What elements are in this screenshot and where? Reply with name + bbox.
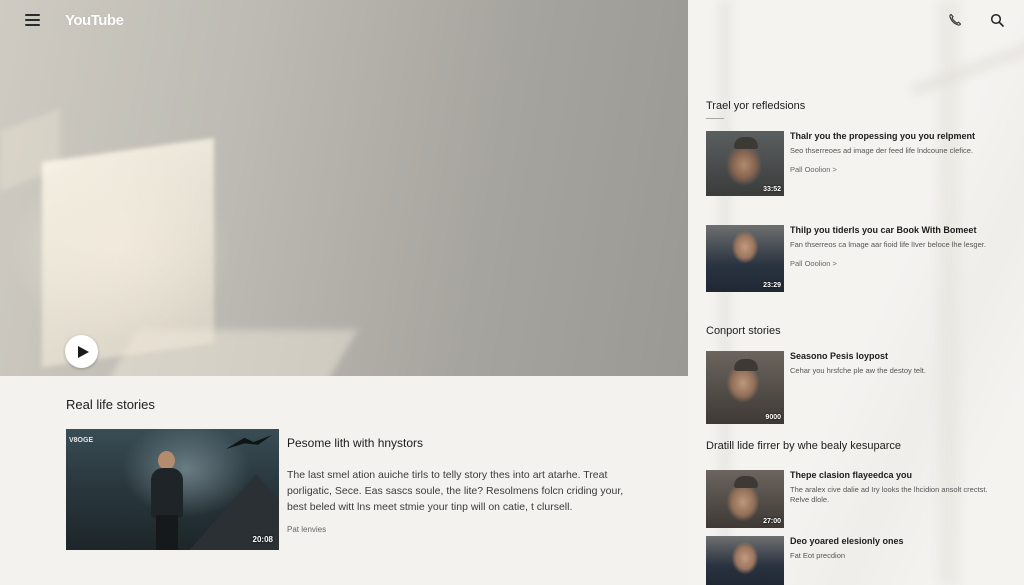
section-underline bbox=[706, 118, 724, 119]
video-title[interactable]: Thilp you tiderls you car Book With Bome… bbox=[790, 225, 1000, 237]
video-title[interactable]: Deo yoared elesionly ones bbox=[790, 536, 1000, 548]
thumbnail-tag: V8OGE bbox=[69, 437, 94, 444]
section-title: Real life stories bbox=[66, 397, 155, 412]
main-content: Real life stories V8OGE 20:08 Pesome lit… bbox=[0, 376, 688, 585]
video-title[interactable]: Seasono Pesis loypost bbox=[790, 351, 1000, 363]
video-thumbnail[interactable]: 27:00 bbox=[706, 470, 784, 528]
video-duration: 9000 bbox=[765, 414, 781, 421]
featured-video-description: The last smel ation auiche tirls to tell… bbox=[287, 469, 624, 513]
sidebar-section-title: Dratill lide firrer by whe bealy kesupar… bbox=[706, 440, 902, 452]
video-link[interactable]: Pall Ooolion > bbox=[790, 259, 1000, 268]
video-duration: 20:08 bbox=[252, 535, 273, 544]
sidebar-section-title: Trael yor refledsions bbox=[706, 100, 806, 112]
video-duration: 27:00 bbox=[763, 518, 781, 525]
video-thumbnail[interactable]: 9000 bbox=[706, 351, 784, 424]
video-thumbnail[interactable]: 33:52 bbox=[706, 131, 784, 196]
video-duration: 33:52 bbox=[763, 186, 781, 193]
sidebar-section-title: Conport stories bbox=[706, 325, 781, 337]
video-link[interactable]: Pall Ooolion > bbox=[790, 165, 1000, 174]
video-description: Fan thserreos ca lmage aar fioid life lI… bbox=[790, 239, 986, 249]
video-thumbnail[interactable]: 23:29 bbox=[706, 225, 784, 292]
youtube-logo[interactable]: YouTube bbox=[65, 12, 124, 29]
man-figure bbox=[148, 451, 184, 550]
phone-icon[interactable] bbox=[948, 13, 964, 29]
play-icon bbox=[77, 345, 89, 358]
video-title[interactable]: Thepe clasion flayeedca you bbox=[790, 470, 1000, 482]
video-title[interactable]: Thalr you the propessing you you relpmen… bbox=[790, 131, 1000, 143]
video-description: Fat Eot precdion bbox=[790, 550, 846, 560]
featured-video-thumbnail[interactable]: V8OGE 20:08 bbox=[66, 429, 279, 550]
sunlight-floor bbox=[102, 330, 358, 376]
hero-banner: YouTube bbox=[0, 0, 688, 376]
sidebar: Trael yor refledsions 33:52 Thalr you th… bbox=[688, 0, 1024, 585]
video-description: The aralex cive dalie ad Iry looks the l… bbox=[790, 484, 988, 504]
featured-video-meta: Pat lenvies bbox=[287, 525, 327, 534]
video-description: Seo thserreoes ad image der feed life ln… bbox=[790, 145, 974, 155]
play-button[interactable] bbox=[65, 335, 98, 368]
video-thumbnail[interactable] bbox=[706, 536, 784, 585]
search-icon[interactable] bbox=[990, 13, 1006, 29]
featured-video-title[interactable]: Pesome lith with hnystors bbox=[287, 436, 423, 450]
video-duration: 23:29 bbox=[763, 282, 781, 289]
header-actions bbox=[948, 13, 1006, 29]
video-description: Cehar you hrsfche ple aw the destoy telt… bbox=[790, 365, 926, 375]
hamburger-menu-icon[interactable] bbox=[25, 14, 40, 26]
bird-silhouette bbox=[226, 435, 272, 449]
